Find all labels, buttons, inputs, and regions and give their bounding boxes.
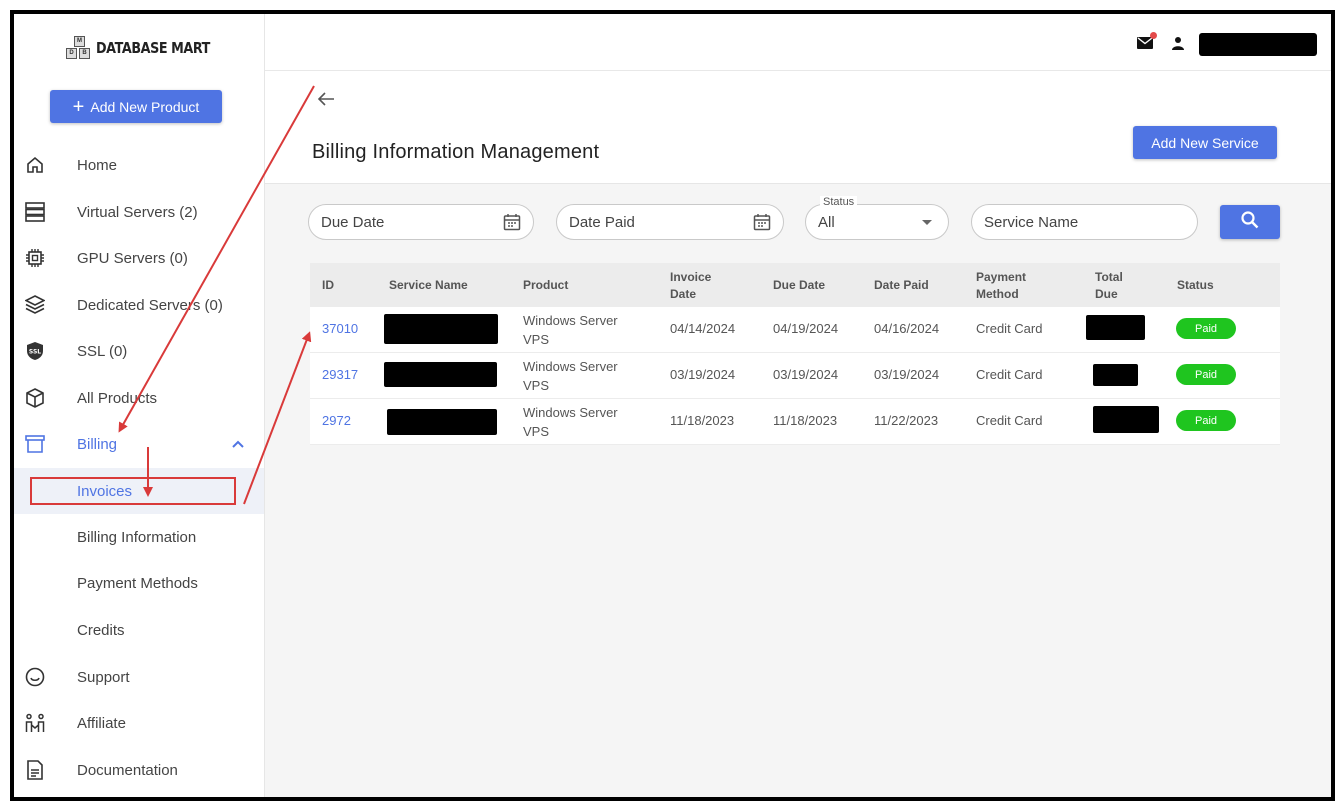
top-bar bbox=[265, 14, 1331, 71]
annotation-highlight-box bbox=[30, 477, 236, 505]
sidebar-subitem-payment-methods[interactable]: Payment Methods bbox=[14, 560, 264, 606]
sidebar-subitem-billing-information[interactable]: Billing Information bbox=[14, 514, 264, 560]
status-badge: Paid bbox=[1176, 364, 1236, 385]
user-icon[interactable] bbox=[1171, 36, 1185, 50]
invoice-id-link[interactable]: 2972 bbox=[322, 413, 351, 428]
calendar-icon[interactable] bbox=[503, 213, 521, 231]
sidebar-subitem-credits[interactable]: Credits bbox=[14, 607, 264, 653]
affiliate-icon bbox=[24, 712, 46, 734]
sidebar-item-ssl[interactable]: SSL SSL (0) bbox=[14, 328, 264, 374]
svg-text:SSL: SSL bbox=[29, 349, 41, 356]
total-due-redacted bbox=[1093, 364, 1138, 386]
add-new-service-button[interactable]: Add New Service bbox=[1133, 126, 1277, 159]
status-badge: Paid bbox=[1176, 410, 1236, 431]
sidebar-item-virtual-servers[interactable]: Virtual Servers (2) bbox=[14, 189, 264, 235]
search-icon bbox=[1241, 210, 1259, 234]
status-select[interactable]: Status All bbox=[805, 196, 949, 240]
table-row: 29317 Windows Server VPS 03/19/2024 03/19… bbox=[310, 353, 1280, 399]
sidebar-item-all-products[interactable]: All Products bbox=[14, 375, 264, 421]
back-arrow-icon[interactable] bbox=[317, 91, 335, 112]
invoice-id-link[interactable]: 37010 bbox=[322, 321, 358, 336]
invoice-date-header: Invoice Date bbox=[670, 270, 712, 301]
box-icon bbox=[24, 387, 46, 409]
sidebar-item-gpu-servers[interactable]: GPU Servers (0) bbox=[14, 235, 264, 281]
product-cell: Windows Server VPS bbox=[523, 359, 618, 393]
product-cell: Windows Server VPS bbox=[523, 313, 618, 347]
payment-method-header: Payment Method bbox=[976, 270, 1027, 301]
sidebar-item-support[interactable]: Support bbox=[14, 654, 264, 700]
logo-icon: M D B bbox=[66, 36, 92, 60]
total-due-redacted bbox=[1093, 406, 1159, 433]
page-title: Billing Information Management bbox=[312, 141, 600, 163]
brand-name: DATABASE MART bbox=[96, 39, 210, 57]
chip-icon bbox=[24, 247, 46, 269]
brand-logo[interactable]: M D B DATABASE MART bbox=[66, 36, 230, 60]
product-cell: Windows Server VPS bbox=[523, 405, 618, 439]
sidebar: M D B DATABASE MART + Add New Product Ho… bbox=[14, 14, 265, 797]
sidebar-item-dedicated-servers[interactable]: Dedicated Servers (0) bbox=[14, 282, 264, 328]
notification-dot bbox=[1150, 32, 1157, 39]
service-name-redacted bbox=[387, 409, 497, 435]
sidebar-item-documentation[interactable]: Documentation bbox=[14, 747, 264, 793]
invoice-id-link[interactable]: 29317 bbox=[322, 367, 358, 382]
total-due-redacted bbox=[1086, 315, 1145, 340]
server-icon bbox=[24, 201, 46, 223]
billing-icon bbox=[24, 433, 46, 455]
add-new-product-button[interactable]: + Add New Product bbox=[50, 90, 222, 123]
sidebar-item-home[interactable]: Home bbox=[14, 142, 264, 188]
chevron-up-icon[interactable] bbox=[232, 437, 244, 451]
screenshot-frame: M D B DATABASE MART + Add New Product Ho… bbox=[10, 10, 1335, 801]
total-due-header: Total Due bbox=[1095, 270, 1123, 301]
invoices-table: ID Service Name Product Invoice Date Due … bbox=[310, 263, 1280, 445]
calendar-icon[interactable] bbox=[753, 213, 771, 231]
table-row: 2972 Windows Server VPS 11/18/2023 11/18/… bbox=[310, 399, 1280, 445]
smile-icon bbox=[24, 666, 46, 688]
service-name-input[interactable]: Service Name bbox=[971, 204, 1198, 240]
service-name-redacted bbox=[384, 362, 497, 387]
page-header: Billing Information Management Add New S… bbox=[265, 71, 1331, 184]
sidebar-item-billing[interactable]: Billing bbox=[14, 421, 264, 467]
username-redacted[interactable] bbox=[1199, 33, 1317, 56]
document-icon bbox=[24, 759, 46, 781]
home-icon bbox=[24, 154, 46, 176]
status-badge: Paid bbox=[1176, 318, 1236, 339]
table-row: 37010 Windows Server VPS 04/14/2024 04/19… bbox=[310, 307, 1280, 353]
service-name-redacted bbox=[384, 314, 498, 344]
dropdown-caret-icon bbox=[922, 220, 932, 225]
search-button[interactable] bbox=[1220, 205, 1280, 239]
plus-icon: + bbox=[72, 95, 85, 118]
table-header: ID Service Name Product Invoice Date Due … bbox=[310, 263, 1280, 307]
ssl-shield-icon: SSL bbox=[24, 340, 46, 362]
cube-stack-icon bbox=[24, 294, 46, 316]
sidebar-item-affiliate[interactable]: Affiliate bbox=[14, 700, 264, 746]
due-date-filter[interactable]: Due Date bbox=[308, 204, 534, 240]
date-paid-filter[interactable]: Date Paid bbox=[556, 204, 784, 240]
